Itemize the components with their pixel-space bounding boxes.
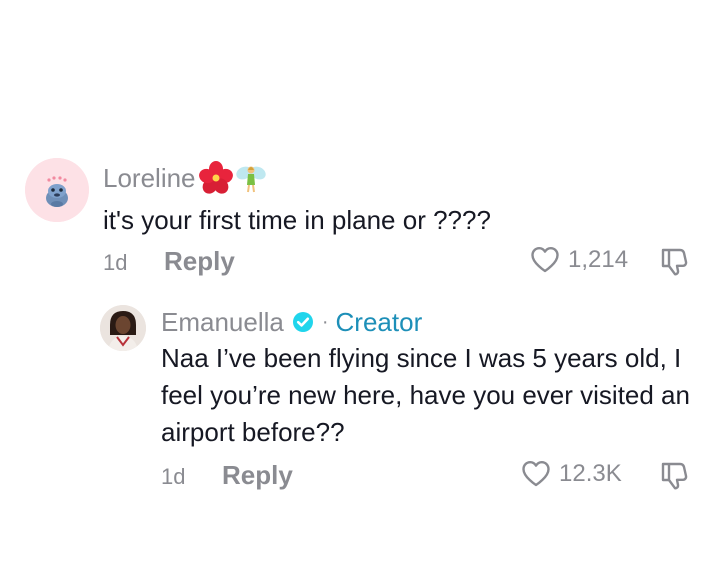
comment-meta: 1d Reply 1,214 — [0, 244, 720, 280]
comment-text: Naa I’ve been flying since I was 5 years… — [161, 343, 690, 447]
hibiscus-icon — [198, 161, 233, 194]
username-text: Emanuella — [161, 306, 284, 337]
comment-username[interactable]: Loreline — [103, 160, 268, 196]
avatar-image — [25, 158, 89, 222]
like-count: 12.3K — [559, 460, 622, 487]
comment-time: 1d — [103, 250, 128, 275]
thumbs-down-icon — [661, 248, 688, 276]
like-count: 1,214 — [568, 246, 629, 273]
heart-icon — [522, 461, 550, 487]
dislike-button[interactable] — [658, 460, 690, 497]
avatar[interactable] — [100, 305, 146, 351]
comment-time: 1d — [161, 464, 186, 489]
avatar[interactable] — [25, 158, 89, 222]
comment-meta: 1d Reply 12.3K — [0, 458, 720, 494]
verified-badge-icon — [292, 312, 313, 332]
like-button[interactable]: 1,214 — [530, 246, 628, 274]
creator-badge: Creator — [335, 306, 423, 337]
reply-button[interactable]: Reply — [164, 246, 235, 277]
heart-icon — [531, 247, 559, 273]
username-emojis — [198, 161, 268, 195]
dislike-button[interactable] — [658, 246, 690, 283]
thumbs-down-icon — [661, 462, 688, 490]
badge-separator: · — [321, 310, 329, 333]
like-button[interactable]: 12.3K — [521, 460, 622, 488]
reply-button[interactable]: Reply — [222, 460, 293, 491]
avatar-image — [100, 305, 146, 351]
fairy-icon — [235, 166, 266, 193]
username-text: Loreline — [103, 162, 196, 193]
comment-text: it's your first time in plane or ???? — [103, 205, 491, 235]
comment-username[interactable]: Emanuella · Creator — [161, 304, 422, 340]
comment-thread: Loreline it's your first time in plane o… — [0, 0, 720, 564]
